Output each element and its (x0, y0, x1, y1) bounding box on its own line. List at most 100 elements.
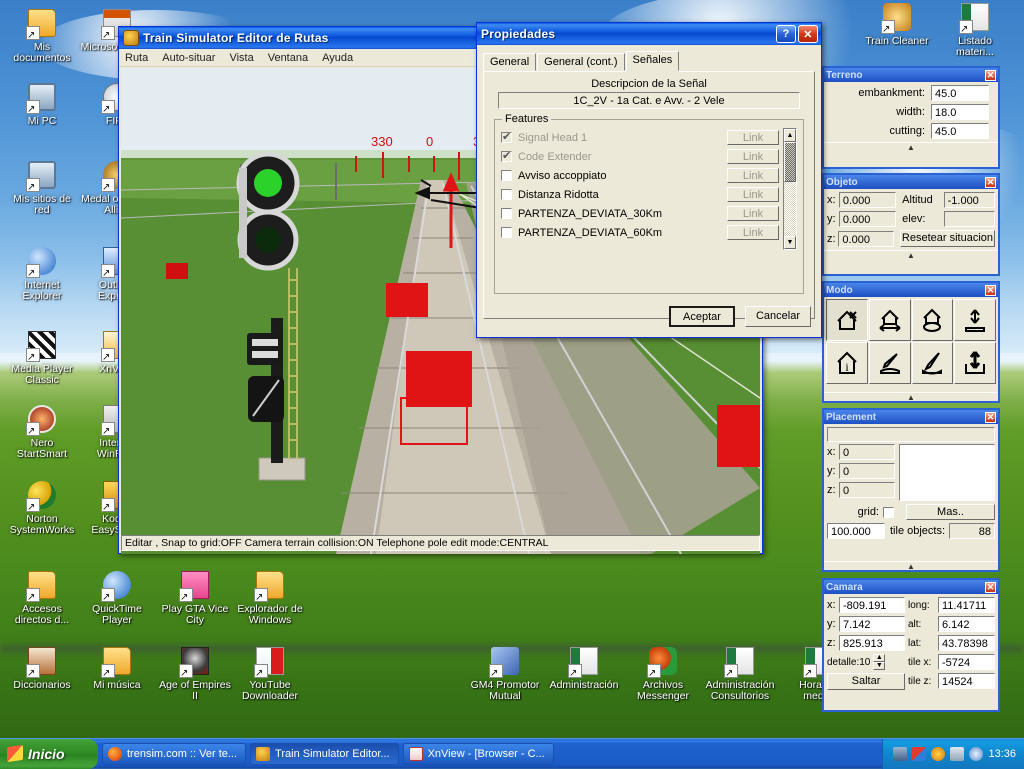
antivirus-icon[interactable] (931, 747, 945, 761)
feature-link-button[interactable]: Link (727, 149, 779, 164)
task-list[interactable]: trensim.com :: Ver te... Train Simulator… (98, 743, 554, 765)
placement-preview-list[interactable] (899, 444, 995, 501)
modo-title-bar[interactable]: Modo ✕ (824, 283, 998, 297)
scroll-down-button[interactable]: ▼ (784, 236, 796, 249)
features-list[interactable]: Signal Head 1 Link Code Extender Link Av… (501, 128, 779, 250)
modo-button-grid[interactable]: i (826, 299, 996, 384)
scrollbar-track[interactable] (784, 182, 796, 236)
tab-general[interactable]: General (483, 53, 536, 71)
feature-link-button[interactable]: Link (727, 168, 779, 183)
desktop-icon-dictionary[interactable]: Diccionarios (5, 646, 79, 691)
desktop-icon-excel-document[interactable]: Administración Consultorios (703, 646, 777, 702)
desktop-icon-train-cleaner[interactable]: Train Cleaner (860, 2, 934, 47)
system-tray[interactable]: 13:36 (882, 739, 1024, 769)
taskbar-item-xnview[interactable]: XnView - [Browser - C... (403, 743, 554, 765)
desktop-icon-norton-systemworks[interactable]: Norton SystemWorks (5, 480, 79, 536)
camara-x-input[interactable]: -809.191 (839, 597, 905, 613)
objeto-resize-grip[interactable]: ▲ (824, 250, 998, 259)
scroll-up-button[interactable]: ▲ (784, 129, 796, 142)
placement-y-input[interactable]: 0 (839, 463, 895, 479)
altitud-input[interactable]: -1.000 (944, 192, 995, 208)
objeto-close-button[interactable]: ✕ (985, 177, 996, 188)
dialog-buttons[interactable]: Aceptar Cancelar (669, 306, 811, 327)
terrain-pen-icon[interactable] (912, 342, 954, 384)
objeto-z-input[interactable]: 0.000 (838, 231, 894, 247)
camara-title-bar[interactable]: Camara ✕ (824, 580, 998, 594)
desktop-icon-internet-explorer[interactable]: Internet Explorer (5, 246, 79, 302)
menu-ayuda[interactable]: Ayuda (322, 52, 353, 64)
placement-close-button[interactable]: ✕ (985, 412, 996, 423)
objeto-y-input[interactable]: 0.000 (839, 211, 896, 227)
house-translate-icon[interactable] (869, 299, 911, 341)
saltar-button[interactable]: Saltar (827, 673, 905, 690)
start-button[interactable]: Inicio (0, 739, 98, 769)
long-input[interactable]: 11.41711 (938, 597, 995, 613)
features-scrollbar[interactable]: ▲ ▼ (783, 128, 797, 250)
desktop-icon-quicktime[interactable]: QuickTime Player (80, 570, 154, 626)
scrollbar-thumb[interactable] (784, 142, 796, 182)
placement-panel[interactable]: Placement ✕ x: 0 y: 0 z: 0 gr (822, 408, 1000, 572)
desktop-icon-gm4-promotor[interactable]: GM4 Promotor Mutual (468, 646, 542, 702)
placement-resize-grip[interactable]: ▲ (824, 561, 998, 570)
camara-panel[interactable]: Camara ✕ x: -809.191 y: 7.142 z: 825.913… (822, 578, 1000, 712)
placement-title-bar[interactable]: Placement ✕ (824, 410, 998, 424)
desktop-icon-my-computer[interactable]: Mi PC (5, 82, 79, 127)
taskbar-clock[interactable]: 13:36 (988, 748, 1016, 760)
camara-z-input[interactable]: 825.913 (839, 635, 905, 651)
level-terrain-icon[interactable] (954, 342, 996, 384)
tile-x-input[interactable]: -5724 (938, 654, 995, 670)
feature-checkbox-signal-head-1[interactable] (501, 132, 512, 143)
objeto-x-input[interactable]: 0.000 (839, 192, 896, 208)
desktop-icon-media-player-classic[interactable]: Media Player Classic (5, 330, 79, 386)
terreno-title-bar[interactable]: Terreno ✕ (824, 68, 998, 82)
modo-close-button[interactable]: ✕ (985, 285, 996, 296)
menu-auto-situar[interactable]: Auto-situar (162, 52, 215, 64)
feature-link-button[interactable]: Link (727, 206, 779, 221)
cancelar-button[interactable]: Cancelar (745, 306, 811, 327)
clock-sync-icon[interactable] (969, 747, 983, 761)
taskbar-item-train-simulator-editor[interactable]: Train Simulator Editor... (250, 743, 399, 765)
desktop-icon-youtube-downloader[interactable]: YouTube Downloader (233, 646, 307, 702)
desktop-icon-gta-vice-city[interactable]: Play GTA Vice City (158, 570, 232, 626)
feature-checkbox-avviso-accoppiato[interactable] (501, 170, 512, 181)
terreno-resize-grip[interactable]: ▲ (824, 142, 998, 151)
close-button[interactable]: ✕ (798, 25, 818, 43)
desktop-icon-folder[interactable]: Accesos directos d... (5, 570, 79, 626)
lat-input[interactable]: 43.78398 (938, 635, 995, 651)
house-info-icon[interactable]: i (826, 342, 868, 384)
desktop-icon-excel-document[interactable]: Administración (547, 646, 621, 691)
feature-row[interactable]: Avviso accoppiato Link (501, 166, 779, 185)
feature-link-button[interactable]: Link (727, 187, 779, 202)
menu-vista[interactable]: Vista (229, 52, 253, 64)
desktop-icon-network-places[interactable]: Mis sitios de red (5, 160, 79, 216)
terreno-close-button[interactable]: ✕ (985, 70, 996, 81)
tab-senales[interactable]: Señales (626, 51, 680, 71)
help-button[interactable]: ? (776, 25, 796, 43)
resetear-situacion-button[interactable]: Resetear situacion (900, 230, 995, 247)
desktop-icon-music-folder[interactable]: Mi música (80, 646, 154, 691)
tile-z-input[interactable]: 14524 (938, 673, 995, 689)
usb-icon[interactable] (950, 747, 964, 761)
mas-button[interactable]: Mas.. (906, 504, 995, 520)
placement-scale-input[interactable]: 100.000 (827, 523, 885, 539)
feature-link-button[interactable]: Link (727, 130, 779, 145)
feature-row[interactable]: PARTENZA_DEVIATA_60Km Link (501, 223, 779, 242)
width-input[interactable]: 18.0 (931, 104, 989, 120)
desktop-icon-windows-explorer[interactable]: Explorador de Windows (233, 570, 307, 626)
detalle-spinner[interactable]: ▲ ▼ (873, 654, 885, 670)
desktop-icon-excel-document[interactable]: Listado materi... (938, 2, 1012, 58)
tab-general-cont[interactable]: General (cont.) (537, 53, 624, 71)
placement-x-input[interactable]: 0 (839, 444, 895, 460)
feature-row[interactable]: Signal Head 1 Link (501, 128, 779, 147)
desktop-icon-age-of-empires[interactable]: Age of Empires II (158, 646, 232, 702)
desktop-icon-folder-documents[interactable]: Mis documentos (5, 8, 79, 64)
embankment-input[interactable]: 45.0 (931, 85, 989, 101)
propiedades-tabs[interactable]: General General (cont.) Señales (483, 51, 821, 71)
objeto-title-bar[interactable]: Objeto ✕ (824, 175, 998, 189)
feature-checkbox-partenza-deviata-30km[interactable] (501, 208, 512, 219)
grid-checkbox[interactable] (883, 507, 894, 518)
feature-checkbox-code-extender[interactable] (501, 151, 512, 162)
feature-row[interactable]: Code Extender Link (501, 147, 779, 166)
feature-row[interactable]: PARTENZA_DEVIATA_30Km Link (501, 204, 779, 223)
display-icon[interactable] (912, 747, 926, 761)
